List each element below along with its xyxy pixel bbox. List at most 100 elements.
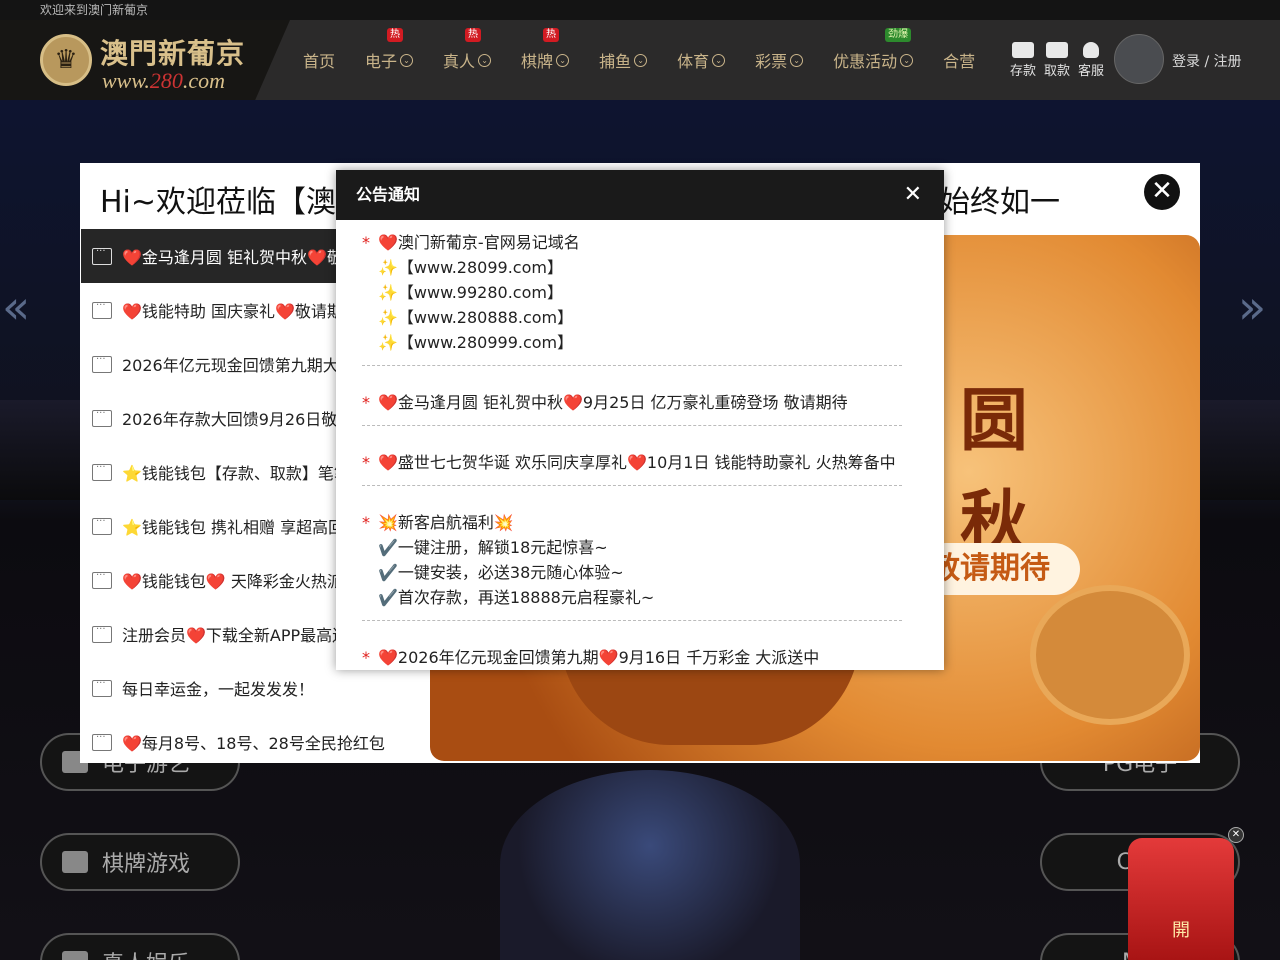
chevron-down-icon: ⌄ [634, 53, 648, 67]
chevron-down-icon: ⌄ [400, 53, 414, 67]
notice-entry: * ❤️金马逢月圆 钜礼贺中秋❤️9月25日 亿万豪礼重磅登场 敬请期待 [362, 390, 902, 426]
message-icon [92, 246, 112, 265]
message-list-item[interactable]: ❤️每月8号、18号、28号全民抢红包 [81, 715, 430, 769]
chevron-down-icon: ⌄ [712, 53, 726, 67]
nav-item-label: 真人 [443, 52, 476, 71]
chevron-down-icon: ⌄ [790, 53, 804, 67]
wizard-mascot-image [500, 770, 800, 960]
message-icon [92, 408, 112, 427]
welcome-modal-title: Hi~欢迎莅临【澳门 [100, 185, 367, 220]
message-title: ⭐钱能钱包 携礼相赠 享超高回馈 [122, 518, 361, 537]
chevron-down-icon: ⌄ [556, 53, 570, 67]
logo[interactable]: ♛ 澳門新葡京 www.280.com [0, 20, 290, 100]
header-tool-card[interactable]: 取款 [1042, 42, 1072, 79]
nav-item[interactable]: 合营 [943, 48, 975, 72]
nav-item-label: 彩票 [755, 52, 788, 71]
banner-text-1: 圆 [960, 382, 1029, 461]
nav-badge: 热 [465, 28, 482, 42]
nav-item[interactable]: 棋牌 ⌄ 热 [521, 28, 570, 72]
floating-red-envelope-promo[interactable]: 開 [1128, 838, 1234, 960]
notice-line: ✨【www.280999.com】 [378, 333, 574, 352]
nav-item[interactable]: 首页 [303, 48, 335, 72]
header-tools: 存款 取款 客服 [1008, 42, 1106, 79]
banner-pill: 敬请期待 [920, 543, 1080, 595]
logo-emblem-icon: ♛ [40, 34, 92, 86]
notice-line: ✨【www.99280.com】 [378, 283, 563, 302]
live-icon [62, 951, 88, 960]
avatar[interactable] [1114, 34, 1164, 84]
nav-item[interactable]: 优惠活动 ⌄ 劲爆 [833, 28, 914, 72]
notice-close-icon[interactable]: ✕ [904, 170, 922, 220]
header-tool-support[interactable]: 客服 [1076, 42, 1106, 79]
carousel-next-icon[interactable]: » [1238, 280, 1266, 334]
message-icon [92, 516, 112, 535]
notice-modal: 公告通知 ✕ * ❤️澳门新葡京-官网易记域名 ✨【www.28099.com】 ✨【… [336, 170, 944, 670]
welcome-text: 欢迎来到澳门新葡京 [40, 3, 149, 17]
cards-icon [62, 851, 88, 873]
nav-item-label: 首页 [303, 52, 336, 71]
nav-item-label: 体育 [677, 52, 710, 71]
message-title: ❤️钱能钱包❤️ 天降彩金火热派送 [122, 572, 359, 591]
notice-line: 💥新客启航福利💥 [378, 513, 514, 532]
main-nav: 首页 电子 ⌄ 热真人 ⌄ 热棋牌 ⌄ 热捕鱼 ⌄ 体育 ⌄ 彩票 ⌄ 优惠活动 ⌄ 劲爆 合营 [303, 20, 1005, 100]
nav-item[interactable]: 捕鱼 ⌄ [599, 48, 648, 72]
notice-modal-header: 公告通知 ✕ [336, 170, 944, 220]
notice-line: ✔️首次存款，再送18888元启程豪礼~ [378, 588, 655, 607]
notice-entry: * 💥新客启航福利💥 ✔️一键注册，解锁18元起惊喜~ ✔️一键安装，必送38元随心体… [362, 510, 902, 621]
header-tool-label: 存款 [1009, 64, 1036, 79]
nav-item-label: 棋牌 [521, 52, 554, 71]
side-button-cards[interactable]: 棋牌游戏 [40, 833, 240, 891]
notice-line: ✔️一键注册，解锁18元起惊喜~ [378, 538, 608, 557]
top-welcome-bar: 欢迎来到澳门新葡京 [0, 0, 1280, 20]
notice-line: ❤️2026年亿元现金回馈第九期❤️9月16日 千万彩金 大派送中 [378, 648, 820, 667]
bullet-star-icon: * [362, 233, 370, 252]
logo-url: www.280.com [102, 68, 226, 93]
message-title: ❤️每月8号、18号、28号全民抢红包 [122, 734, 385, 753]
card-icon [1046, 42, 1068, 58]
bullet-star-icon: * [362, 648, 370, 667]
notice-line: ❤️澳门新葡京-官网易记域名 [378, 233, 580, 252]
message-icon [92, 462, 112, 481]
message-icon [92, 354, 112, 373]
message-icon [92, 570, 112, 589]
nav-badge: 热 [543, 28, 560, 42]
wallet-icon [1012, 42, 1034, 58]
message-title: 每日幸运金，一起发发发！ [122, 680, 315, 699]
nav-item-label: 捕鱼 [599, 52, 632, 71]
notice-entry: * ❤️澳门新葡京-官网易记域名 ✨【www.28099.com】 ✨【www.992… [362, 230, 902, 366]
welcome-modal-title-end: 始终如一 [940, 185, 1060, 220]
nav-item-label: 合营 [943, 52, 976, 71]
nav-badge: 劲爆 [885, 28, 912, 42]
notice-modal-title: 公告通知 [356, 185, 421, 204]
message-icon [92, 732, 112, 751]
notice-entry: * ❤️2026年亿元现金回馈第九期❤️9月16日 千万彩金 大派送中 [362, 645, 902, 670]
nav-item[interactable]: 真人 ⌄ 热 [443, 28, 492, 72]
bullet-star-icon: * [362, 393, 370, 412]
header-tool-wallet[interactable]: 存款 [1008, 42, 1038, 79]
login-register-link[interactable]: 登录 / 注册 [1172, 51, 1242, 71]
notice-line: ✨【www.28099.com】 [378, 258, 563, 277]
notice-line: ✨【www.280888.com】 [378, 308, 574, 327]
nav-item[interactable]: 电子 ⌄ 热 [365, 28, 414, 72]
message-icon [92, 678, 112, 697]
nav-item[interactable]: 体育 ⌄ [677, 48, 726, 72]
site-header: ♛ 澳門新葡京 www.280.com 首页 电子 ⌄ 热真人 ⌄ 热棋牌 ⌄ 热捕鱼 ⌄ 体育 ⌄… [0, 20, 1280, 100]
nav-badge: 热 [387, 28, 404, 42]
notice-body: * ❤️澳门新葡京-官网易记域名 ✨【www.28099.com】 ✨【www.992… [336, 220, 944, 670]
message-icon [92, 300, 112, 319]
message-title: 注册会员❤️下载全新APP最高送 [122, 626, 349, 645]
chevron-down-icon: ⌄ [900, 53, 914, 67]
bullet-star-icon: * [362, 453, 370, 472]
welcome-modal-close-button[interactable]: ✕ [1144, 174, 1180, 210]
header-tool-label: 取款 [1043, 64, 1070, 79]
chevron-down-icon: ⌄ [478, 53, 492, 67]
side-button-live[interactable]: 真人娱乐 [40, 933, 240, 960]
floating-promo-close-icon[interactable]: ✕ [1228, 827, 1244, 843]
notice-entry: * ❤️盛世七七贺华诞 欢乐同庆享厚礼❤️10月1日 钱能特助豪礼 火热筹备中 [362, 450, 902, 486]
notice-line: ❤️盛世七七贺华诞 欢乐同庆享厚礼❤️10月1日 钱能特助豪礼 火热筹备中 [378, 453, 896, 472]
message-icon [92, 624, 112, 643]
nav-item-label: 优惠活动 [833, 52, 898, 71]
nav-item[interactable]: 彩票 ⌄ [755, 48, 804, 72]
message-title: ❤️钱能特助 国庆豪礼❤️敬请期待 [122, 302, 359, 321]
carousel-prev-icon[interactable]: « [2, 280, 30, 334]
